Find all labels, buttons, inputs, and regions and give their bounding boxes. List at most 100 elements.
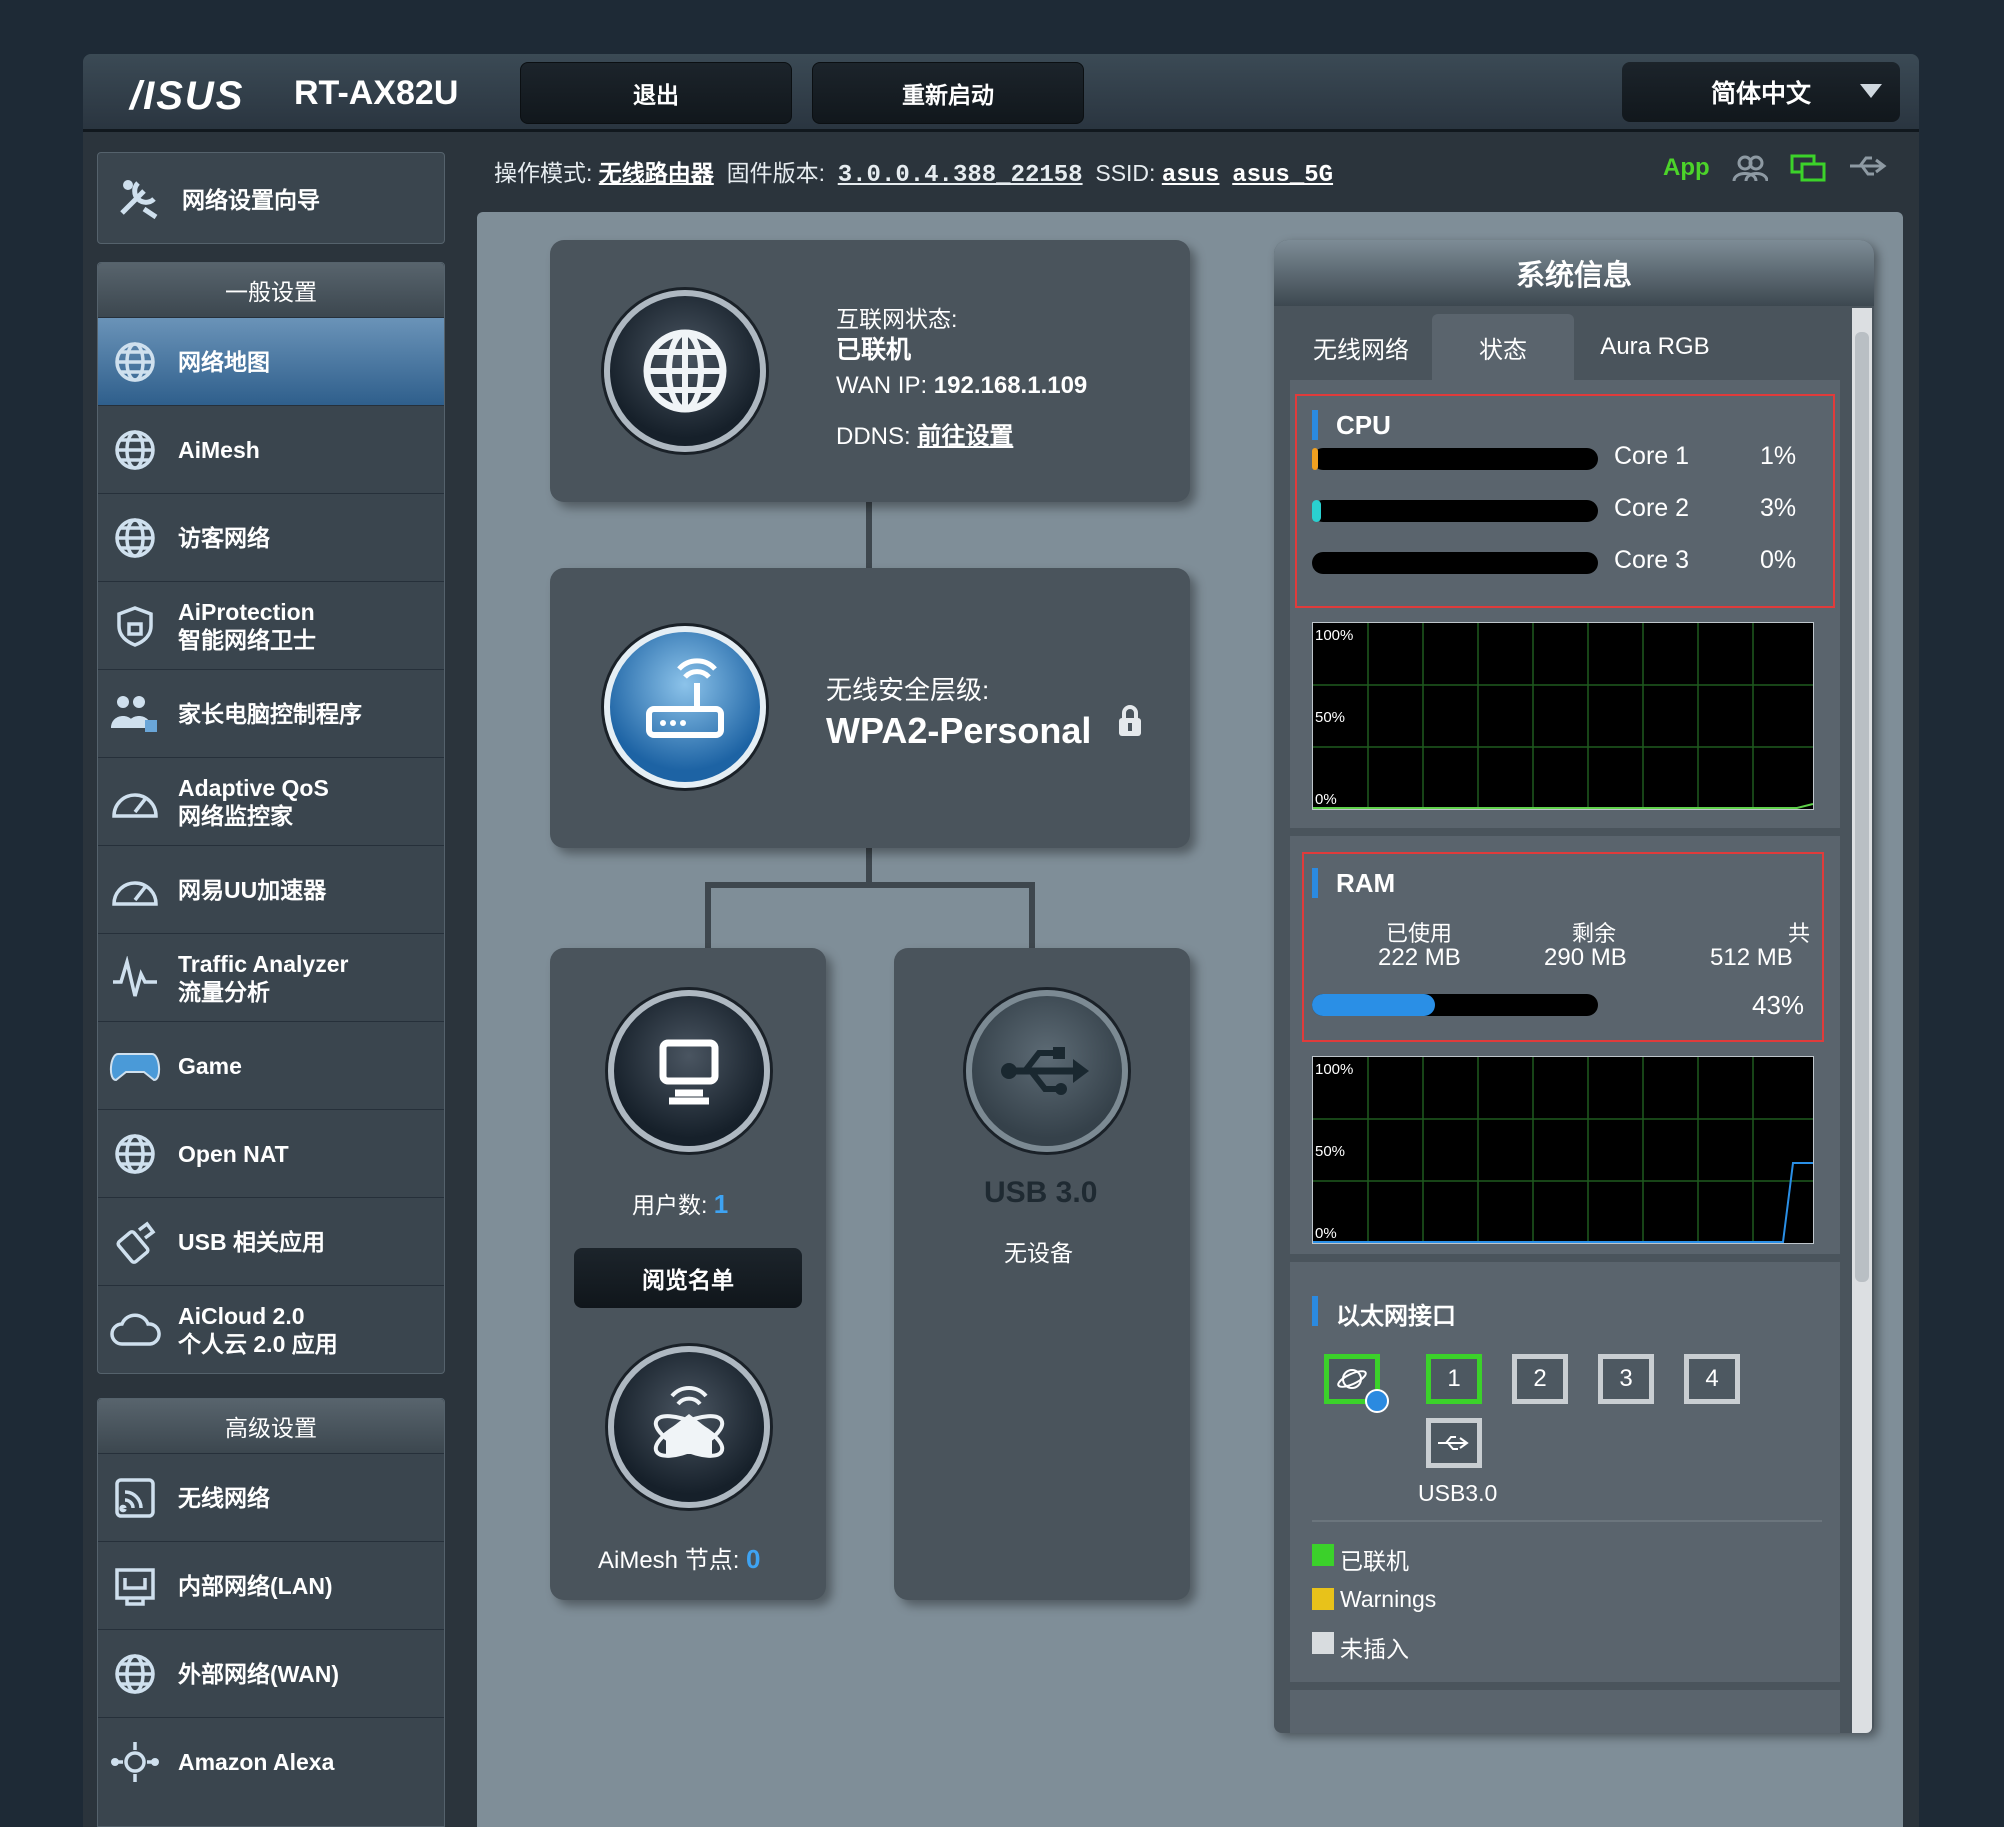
lan-port-3[interactable]: 3 <box>1598 1354 1654 1404</box>
ssid-link-5g[interactable]: asus_5G <box>1232 162 1333 189</box>
sidebar-item-无线网络[interactable]: 无线网络 <box>98 1453 444 1541</box>
sidebar-item-label: 无线网络 <box>178 1484 270 1512</box>
open-nat-icon <box>106 1125 164 1183</box>
gamepad-icon <box>106 1037 164 1095</box>
usb-status-icon[interactable] <box>1848 154 1887 182</box>
reboot-button[interactable]: 重新启动 <box>812 62 1084 124</box>
sidebar-item-title: AiMesh <box>178 436 260 463</box>
setup-wizard-button[interactable]: 网络设置向导 <box>97 152 445 244</box>
wan-port-icon[interactable] <box>1324 1354 1389 1413</box>
router-icon[interactable] <box>604 626 766 788</box>
lan-port-4[interactable]: 4 <box>1684 1354 1740 1404</box>
ram-section: RAM 已使用 222 MB 剩余 290 MB 共 512 MB 43% 10… <box>1290 836 1840 1254</box>
traffic-analyzer-icon <box>106 949 164 1007</box>
sidebar-item-title: 访客网络 <box>178 524 270 551</box>
sidebar-item-subtitle: 网络监控家 <box>178 802 293 829</box>
asus-logo[interactable]: /ISUS <box>130 74 244 119</box>
lan-port-2[interactable]: 2 <box>1512 1354 1568 1404</box>
sidebar-item-adaptive-qos[interactable]: Adaptive QoS 网络监控家 <box>98 757 444 845</box>
sidebar-item-aiprotection[interactable]: AiProtection 智能网络卫士 <box>98 581 444 669</box>
mode-link[interactable]: 无线路由器 <box>599 160 714 186</box>
sidebar-item-label: Amazon Alexa <box>178 1748 334 1776</box>
sidebar-item-amazon-alexa[interactable]: Amazon Alexa <box>98 1717 444 1805</box>
sidebar-item-网络地图[interactable]: 网络地图 <box>98 317 444 405</box>
tab-wireless[interactable]: 无线网络 <box>1290 314 1432 380</box>
cpu-core-bar <box>1312 448 1598 470</box>
clients-monitor-icon[interactable] <box>608 990 770 1152</box>
connector-line <box>866 500 872 570</box>
next-section-peek <box>1290 1690 1840 1733</box>
sidebar-item-label: USB 相关应用 <box>178 1228 325 1256</box>
firmware-link[interactable]: 3.0.0.4.388_22158 <box>838 162 1083 189</box>
gauge-icon <box>106 861 164 919</box>
legend-swatch <box>1312 1588 1334 1610</box>
sidebar-item-label: AiMesh <box>178 436 260 464</box>
cpu-core-percent: 3% <box>1760 494 1797 522</box>
sidebar-item-game[interactable]: Game <box>98 1021 444 1109</box>
sidebar-item-内部网络-lan-[interactable]: 内部网络(LAN) <box>98 1541 444 1629</box>
system-info-title: 系统信息 <box>1274 240 1874 306</box>
aimesh-node-icon[interactable] <box>608 1346 770 1508</box>
clients-count-row: 用户数: 1 <box>632 1186 728 1220</box>
sidebar-item-title: Traffic Analyzer <box>178 950 349 977</box>
app-link[interactable]: App <box>1663 154 1710 182</box>
ram-free-value: 290 MB <box>1544 944 1627 971</box>
ram-graph-label-50: 50% <box>1315 1143 1346 1160</box>
sidebar-item-title: Game <box>178 1052 242 1079</box>
sidebar-item-访客网络[interactable]: 访客网络 <box>98 493 444 581</box>
sidebar-item-label: 外部网络(WAN) <box>178 1660 339 1688</box>
sidebar-item-traffic-analyzer[interactable]: Traffic Analyzer 流量分析 <box>98 933 444 1021</box>
sidebar-item-usb-相关应用[interactable]: USB 相关应用 <box>98 1197 444 1285</box>
usb-icon[interactable] <box>966 990 1128 1152</box>
wan-globe-icon <box>106 1645 164 1703</box>
cpu-graph-label-100: 100% <box>1315 627 1354 644</box>
view-client-list-button[interactable]: 阅览名单 <box>574 1248 802 1308</box>
sidebar-item-subtitle: 个人云 2.0 应用 <box>178 1330 338 1357</box>
system-info-tabs: 无线网络 状态 Aura RGB <box>1290 314 1736 380</box>
sidebar-item-title: 网易UU加速器 <box>178 876 327 903</box>
sidebar-item-aicloud-2-0[interactable]: AiCloud 2.0 个人云 2.0 应用 <box>98 1285 444 1373</box>
ram-usage-graph: 100% 50% 0% <box>1312 1056 1814 1244</box>
cpu-core-name: Core 1 <box>1614 442 1690 470</box>
sidebar-item-label: Traffic Analyzer 流量分析 <box>178 950 348 1006</box>
ram-graph-label-100: 100% <box>1315 1061 1354 1078</box>
tab-status[interactable]: 状态 <box>1432 314 1574 380</box>
advanced-settings-menu: 高级设置 无线网络 内部网络(LAN) 外部网络(WAN) Amazon Alexa <box>97 1398 445 1827</box>
sysinfo-scrollbar[interactable] <box>1852 308 1872 1733</box>
logout-button[interactable]: 退出 <box>520 62 792 124</box>
aimesh-count-row: AiMesh 节点: 0 <box>598 1540 761 1575</box>
wan-ip-value: 192.168.1.109 <box>933 372 1088 399</box>
sidebar-item-title: 内部网络(LAN) <box>178 1572 333 1599</box>
cpu-graph-label-0: 0% <box>1315 791 1337 808</box>
tab-aura-rgb[interactable]: Aura RGB <box>1574 314 1736 380</box>
ram-usage-fill <box>1312 994 1435 1016</box>
sidebar-item-title: Adaptive QoS <box>178 774 329 801</box>
legend-swatch <box>1312 1632 1334 1654</box>
globe-icon[interactable] <box>604 290 766 452</box>
ssid-label: SSID: <box>1095 160 1156 186</box>
monitor-connected-icon[interactable] <box>1790 154 1826 182</box>
legend-label: 已联机 <box>1340 1548 1409 1574</box>
sidebar-item-家长电脑控制程序[interactable]: 家长电脑控制程序 <box>98 669 444 757</box>
cpu-core-fill <box>1312 448 1318 470</box>
sidebar-item-网易uu加速器[interactable]: 网易UU加速器 <box>98 845 444 933</box>
sidebar-item-label: AiCloud 2.0 个人云 2.0 应用 <box>178 1302 338 1358</box>
chevron-down-icon <box>1860 84 1882 98</box>
ddns-link[interactable]: 前往设置 <box>917 423 1013 450</box>
usb-label: USB 3.0 <box>984 1176 1098 1209</box>
language-select[interactable]: 简体中文 <box>1622 62 1900 122</box>
cpu-graph-label-50: 50% <box>1315 709 1346 726</box>
sidebar-item-open-nat[interactable]: Open NAT <box>98 1109 444 1197</box>
ram-usage-percent: 43% <box>1752 990 1805 1020</box>
usb-port-icon[interactable] <box>1426 1418 1482 1468</box>
lan-icon <box>106 1557 164 1615</box>
ddns-row: DDNS: 前往设置 <box>836 416 1013 451</box>
users-icon[interactable] <box>1732 154 1769 182</box>
security-level-value: WPA2-Personal <box>826 710 1092 751</box>
ssid-link-24g[interactable]: asus <box>1162 162 1220 189</box>
lan-port-1[interactable]: 1 <box>1426 1354 1482 1404</box>
internet-status-label: 互联网状态: <box>836 306 958 332</box>
scrollbar-thumb[interactable] <box>1855 332 1869 1282</box>
sidebar-item-外部网络-wan-[interactable]: 外部网络(WAN) <box>98 1629 444 1717</box>
sidebar-item-aimesh[interactable]: AiMesh <box>98 405 444 493</box>
